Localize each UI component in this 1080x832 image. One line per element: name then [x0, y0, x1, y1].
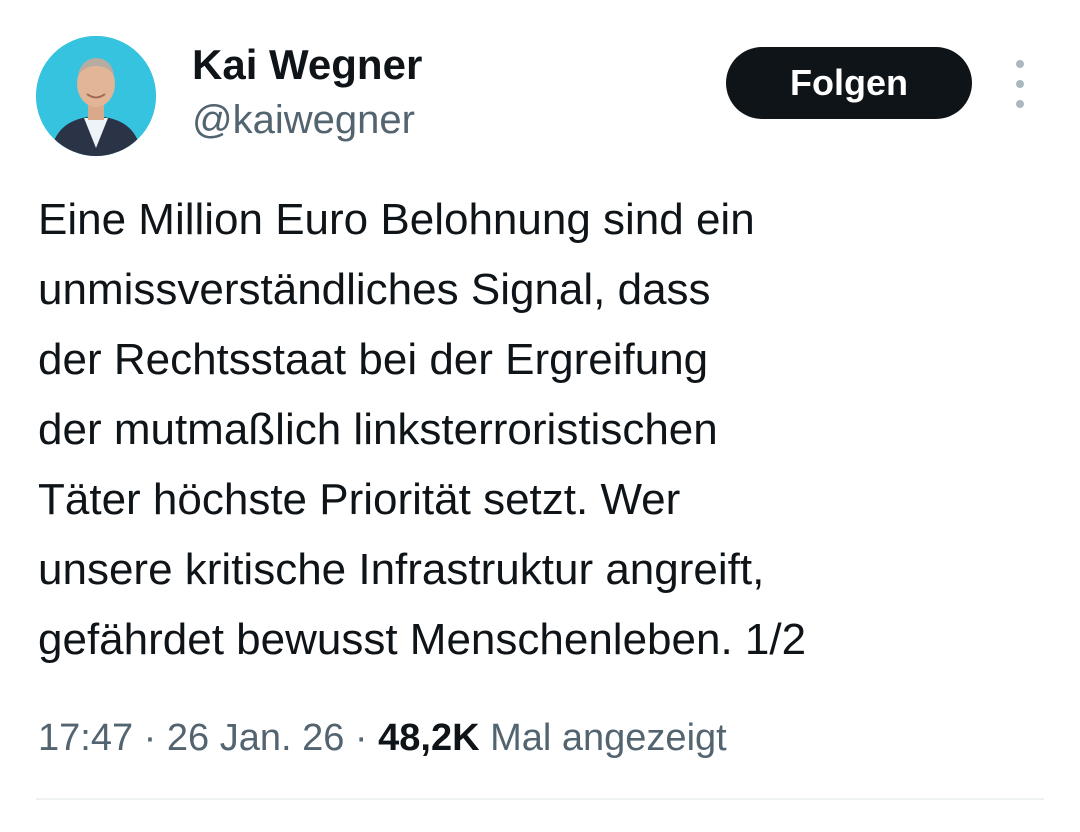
tweet-text: Eine Million Euro Belohnung sind ein unm…: [38, 185, 1048, 675]
tweet-text-line: gefährdet bewusst Menschenleben. 1/2: [38, 615, 807, 664]
tweet-text-line: unsere kritische Infrastruktur angreift,: [38, 545, 765, 594]
avatar-photo: [36, 36, 156, 156]
tweet-text-line: der Rechtsstaat bei der Ergreifung: [38, 335, 709, 384]
views-count: 48,2K: [378, 717, 480, 759]
tweet-text-line: Täter höchste Priorität setzt. Wer: [38, 475, 681, 524]
tweet-date[interactable]: 26 Jan. 26: [167, 717, 344, 759]
views-label: Mal angezeigt: [490, 717, 727, 759]
tweet-meta: 17:47 · 26 Jan. 26 · 48,2K Mal angezeigt: [38, 712, 727, 764]
dot: [1016, 80, 1024, 88]
more-vertical-icon[interactable]: [1004, 60, 1036, 108]
follow-button[interactable]: Folgen: [726, 47, 972, 119]
divider: [36, 798, 1044, 800]
meta-separator: ·: [354, 717, 368, 759]
tweet-text-line: Eine Million Euro Belohnung sind ein: [38, 195, 755, 244]
dot: [1016, 60, 1024, 68]
avatar[interactable]: [36, 36, 156, 156]
tweet-time[interactable]: 17:47: [38, 717, 133, 759]
dot: [1016, 100, 1024, 108]
author-handle[interactable]: @kaiwegner: [192, 96, 415, 144]
meta-separator: ·: [143, 717, 157, 759]
tweet-text-line: der mutmaßlich linksterroristischen: [38, 405, 718, 454]
author-display-name[interactable]: Kai Wegner: [192, 40, 422, 90]
tweet-text-line: unmissverständliches Signal, dass: [38, 265, 711, 314]
